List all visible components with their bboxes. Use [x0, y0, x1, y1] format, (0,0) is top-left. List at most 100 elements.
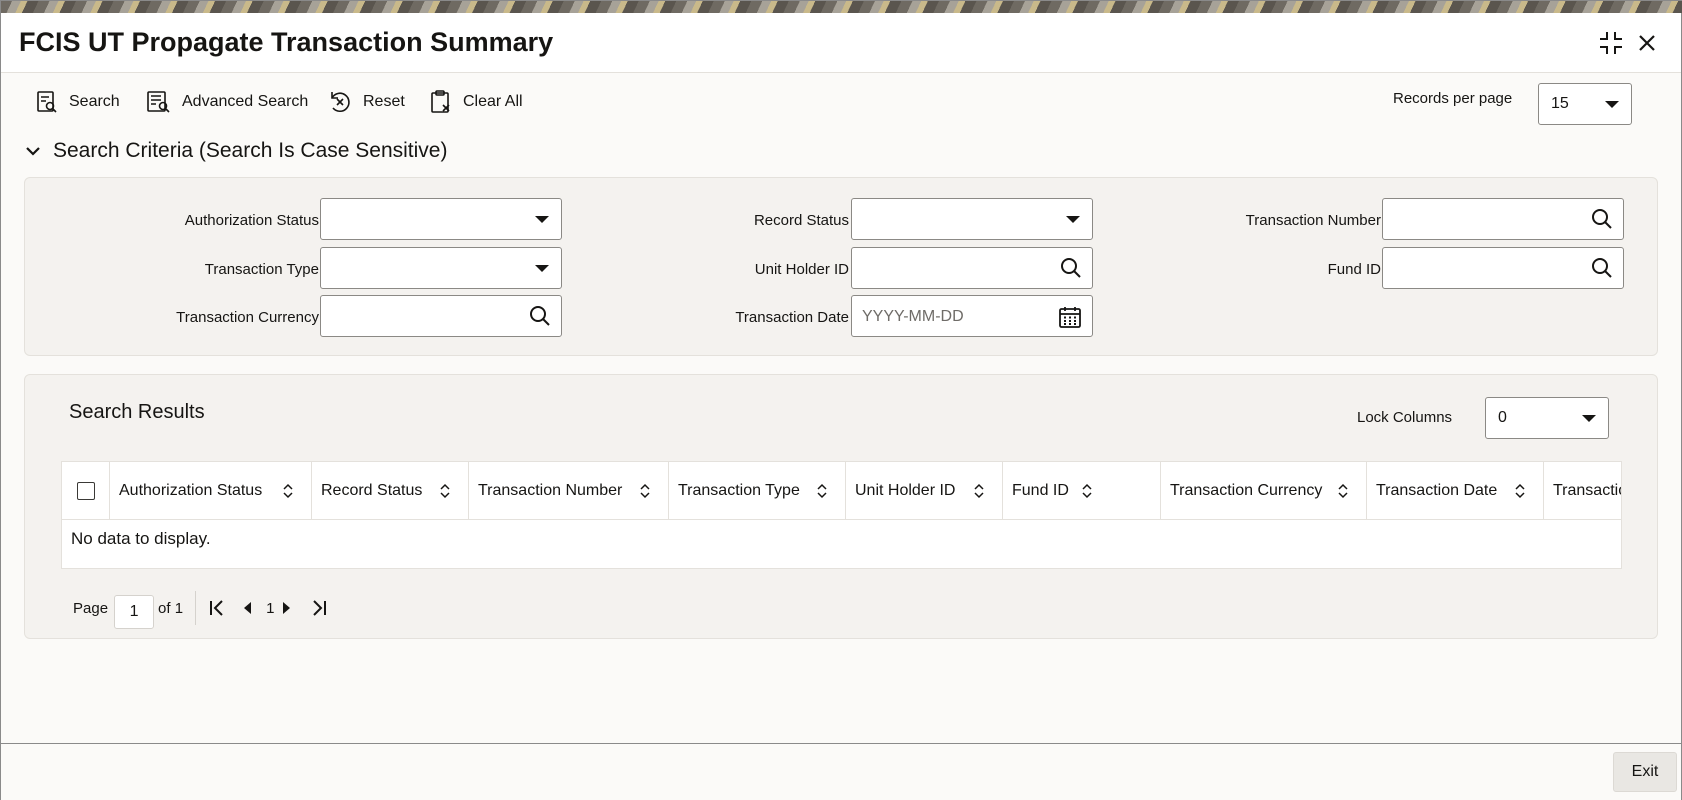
records-per-page-label: Records per page: [1393, 90, 1513, 107]
unit-holder-id-label: Unit Holder ID: [754, 261, 849, 278]
sort-icon: [1082, 483, 1092, 499]
clear-all-icon: [431, 90, 450, 113]
column-header-transaction-type[interactable]: Transaction Type: [669, 462, 846, 520]
chevron-down-icon: [1605, 101, 1619, 108]
page-number-input[interactable]: 1: [114, 595, 155, 629]
transaction-number-label: Transaction Number: [1245, 212, 1381, 229]
close-button[interactable]: [1631, 27, 1663, 59]
search-criteria-panel: Authorization Status Record Status Trans…: [24, 177, 1658, 356]
search-button[interactable]: Search: [35, 87, 120, 117]
transaction-type-select[interactable]: [320, 247, 562, 289]
reset-button[interactable]: Reset: [327, 87, 405, 117]
toolbar: Search Advanced Search Reset Clear All R…: [1, 73, 1681, 131]
column-header-label: Transaction Date: [1376, 482, 1498, 499]
transaction-currency-label: Transaction Currency: [176, 309, 319, 326]
column-header-label: Unit Holder ID: [855, 482, 956, 499]
sort-icon: [817, 483, 827, 499]
lock-columns-label: Lock Columns: [1357, 409, 1453, 426]
search-criteria-toggle[interactable]: Search Criteria (Search Is Case Sensitiv…: [25, 139, 447, 163]
chevron-down-icon: [26, 147, 40, 156]
select-all-checkbox[interactable]: [62, 462, 110, 520]
chevron-down-icon: [535, 216, 549, 223]
window-top-strip: [1, 1, 1682, 13]
footer-bar: Exit: [1, 743, 1681, 800]
magnifier-icon: [530, 306, 550, 326]
column-header-label: Transactio: [1553, 482, 1622, 499]
column-header-unit-holder-id[interactable]: Unit Holder ID: [846, 462, 1003, 520]
transaction-date-input[interactable]: YYYY-MM-DD: [851, 295, 1093, 337]
page-title: FCIS UT Propagate Transaction Summary: [19, 27, 554, 57]
close-icon: [1639, 35, 1655, 51]
app-window: FCIS UT Propagate Transaction Summary Se…: [0, 0, 1682, 800]
next-page-button[interactable]: [280, 601, 292, 615]
sort-icon: [1338, 483, 1348, 499]
fund-id-label: Fund ID: [1327, 261, 1381, 278]
last-page-icon: [313, 600, 327, 616]
reset-button-label: Reset: [363, 93, 405, 110]
reset-icon: [331, 92, 350, 113]
unit-holder-id-lookup-button[interactable]: [1060, 257, 1082, 284]
chevron-down-icon: [1582, 415, 1596, 422]
advanced-search-button[interactable]: Advanced Search: [146, 87, 308, 117]
maximize-icon: [1600, 32, 1622, 54]
sort-icon: [640, 483, 650, 499]
record-status-label: Record Status: [753, 212, 849, 229]
checkbox: [76, 482, 95, 500]
search-button-label: Search: [69, 93, 120, 110]
chevron-down-icon: [1066, 216, 1080, 223]
page-number-value: 1: [129, 603, 139, 620]
fund-id-input[interactable]: [1382, 247, 1624, 289]
column-header-label: Transaction Type: [678, 482, 800, 499]
next-page-icon: [283, 602, 291, 614]
date-picker-button[interactable]: [1058, 305, 1082, 334]
magnifier-icon: [1061, 258, 1081, 278]
sort-icon: [283, 483, 293, 499]
empty-table-message: No data to display.: [71, 529, 211, 548]
transaction-currency-lookup-button[interactable]: [529, 305, 551, 332]
first-page-button[interactable]: [208, 599, 226, 617]
current-page-indicator: 1: [266, 599, 275, 617]
pagination: Page 1 of 1 1: [73, 591, 328, 629]
authorization-status-select[interactable]: [320, 198, 562, 240]
column-header-transaction-truncated[interactable]: Transactio: [1544, 462, 1622, 520]
exit-button[interactable]: Exit: [1613, 752, 1677, 792]
sort-icon: [974, 483, 984, 499]
advanced-search-icon: [147, 91, 170, 113]
column-header-transaction-number[interactable]: Transaction Number: [469, 462, 669, 520]
authorization-status-label: Authorization Status: [184, 212, 319, 229]
transaction-number-input[interactable]: [1382, 198, 1624, 240]
search-results-title: Search Results: [69, 401, 205, 423]
maximize-button[interactable]: [1595, 27, 1627, 59]
column-header-authorization-status[interactable]: Authorization Status: [110, 462, 312, 520]
column-header-record-status[interactable]: Record Status: [312, 462, 469, 520]
search-criteria-header: Search Criteria (Search Is Case Sensitiv…: [53, 139, 448, 162]
column-header-fund-id[interactable]: Fund ID: [1003, 462, 1161, 520]
clear-all-button-label: Clear All: [463, 93, 523, 110]
transaction-number-lookup-button[interactable]: [1591, 208, 1613, 235]
transaction-type-label: Transaction Type: [204, 261, 319, 278]
transaction-date-placeholder: YYYY-MM-DD: [862, 308, 964, 325]
results-table: Authorization Status Record Status Trans…: [61, 461, 1622, 569]
pager-divider: [195, 591, 197, 625]
clear-all-button[interactable]: Clear All: [429, 87, 523, 117]
column-header-label: Transaction Number: [478, 482, 623, 499]
chevron-down-icon: [535, 265, 549, 272]
records-per-page-value: 15: [1551, 95, 1569, 112]
advanced-search-button-label: Advanced Search: [182, 93, 309, 110]
previous-page-button[interactable]: [242, 601, 254, 615]
exit-button-label: Exit: [1631, 763, 1659, 780]
sort-icon: [440, 483, 450, 499]
column-header-transaction-date[interactable]: Transaction Date: [1367, 462, 1544, 520]
lock-columns-select[interactable]: 0: [1485, 397, 1609, 439]
page-of-label: of 1: [158, 599, 184, 617]
transaction-currency-input[interactable]: [320, 295, 562, 337]
unit-holder-id-input[interactable]: [851, 247, 1093, 289]
records-per-page-select[interactable]: 15: [1538, 83, 1632, 125]
column-header-transaction-currency[interactable]: Transaction Currency: [1161, 462, 1367, 520]
record-status-select[interactable]: [851, 198, 1093, 240]
page-label: Page: [73, 599, 109, 617]
lock-columns-value: 0: [1498, 409, 1507, 426]
last-page-button[interactable]: [310, 599, 328, 617]
sort-icon: [1515, 483, 1525, 499]
fund-id-lookup-button[interactable]: [1591, 257, 1613, 284]
